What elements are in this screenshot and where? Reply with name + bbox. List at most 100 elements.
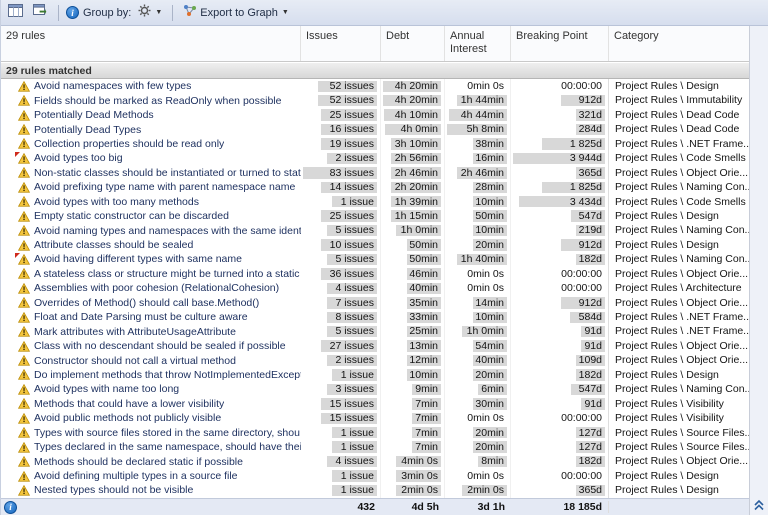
- rule-name[interactable]: Avoid namespaces with few types: [34, 79, 191, 93]
- rule-name-cell[interactable]: Do implement methods that throw NotImple…: [1, 368, 301, 382]
- rule-name[interactable]: Types declared in the same namespace, sh…: [34, 440, 301, 454]
- rule-name[interactable]: A stateless class or structure might be …: [34, 267, 300, 281]
- rule-name[interactable]: Non-static classes should be instantiate…: [34, 166, 301, 180]
- table-row[interactable]: Nested types should not be visible 1 issu…: [1, 483, 749, 498]
- rule-name[interactable]: Overrides of Method() should call base.M…: [34, 296, 259, 310]
- rule-name-cell[interactable]: Avoid prefixing type name with parent na…: [1, 180, 301, 194]
- open-window-button[interactable]: [30, 2, 51, 24]
- rule-name[interactable]: Constructor should not call a virtual me…: [34, 354, 236, 368]
- rule-name[interactable]: Methods that could have a lower visibili…: [34, 397, 224, 411]
- table-row[interactable]: Potentially Dead Types 16 issues 4h 0min 5h…: [1, 122, 749, 137]
- rule-name-cell[interactable]: Methods should be declared static if pos…: [1, 454, 301, 468]
- rule-name-cell[interactable]: Methods that could have a lower visibili…: [1, 397, 301, 411]
- column-header-category[interactable]: Category: [609, 26, 749, 61]
- rule-name-cell[interactable]: Avoid defining multiple types in a sourc…: [1, 469, 301, 483]
- rule-name[interactable]: Avoid defining multiple types in a sourc…: [34, 469, 238, 483]
- rule-name-cell[interactable]: Potentially Dead Methods: [1, 108, 301, 122]
- rule-name[interactable]: Assemblies with poor cohesion (Relationa…: [34, 281, 279, 295]
- column-header-breaking-point[interactable]: Breaking Point: [511, 26, 609, 61]
- rule-name-cell[interactable]: Avoid namespaces with few types: [1, 79, 301, 93]
- rule-name[interactable]: Avoid prefixing type name with parent na…: [34, 180, 295, 194]
- table-row[interactable]: Fields should be marked as ReadOnly when…: [1, 93, 749, 108]
- grid-view-button[interactable]: [5, 2, 26, 24]
- rule-name-cell[interactable]: Collection properties should be read onl…: [1, 137, 301, 151]
- rule-name[interactable]: Collection properties should be read onl…: [34, 137, 224, 151]
- rule-name[interactable]: Methods should be declared static if pos…: [34, 455, 243, 469]
- rule-name-cell[interactable]: Types with source files stored in the sa…: [1, 426, 301, 440]
- rule-name[interactable]: Types with source files stored in the sa…: [34, 426, 300, 440]
- table-row[interactable]: Constructor should not call a virtual me…: [1, 353, 749, 368]
- rule-name-cell[interactable]: Avoid public methods not publicly visibl…: [1, 411, 301, 425]
- table-row[interactable]: Avoid namespaces with few types 52 issues…: [1, 79, 749, 94]
- table-row[interactable]: Avoid having different types with same n…: [1, 252, 749, 267]
- table-row[interactable]: Potentially Dead Methods 25 issues 4h 10mi…: [1, 107, 749, 123]
- rule-name-cell[interactable]: Class with no descendant should be seale…: [1, 339, 301, 353]
- group-header[interactable]: 29 rules matched: [1, 62, 749, 79]
- collapse-groups-button[interactable]: [751, 499, 767, 514]
- rule-name-cell[interactable]: Overrides of Method() should call base.M…: [1, 296, 301, 310]
- rule-name[interactable]: Empty static constructor can be discarde…: [34, 209, 229, 223]
- rule-name[interactable]: Potentially Dead Types: [34, 123, 141, 137]
- table-row[interactable]: Types declared in the same namespace, sh…: [1, 439, 749, 455]
- rule-name-cell[interactable]: Attribute classes should be sealed: [1, 238, 301, 252]
- rule-name[interactable]: Avoid types too big: [34, 151, 123, 165]
- table-row[interactable]: Avoid prefixing type name with parent na…: [1, 180, 749, 195]
- rule-name[interactable]: Avoid types with too many methods: [34, 195, 199, 209]
- export-to-graph-button[interactable]: Export to Graph ▼: [180, 2, 292, 24]
- rule-name-cell[interactable]: Empty static constructor can be discarde…: [1, 209, 301, 223]
- table-row[interactable]: Non-static classes should be instantiate…: [1, 165, 749, 181]
- table-row[interactable]: Attribute classes should be sealed 10 iss…: [1, 237, 749, 253]
- table-row[interactable]: Collection properties should be read onl…: [1, 136, 749, 152]
- table-row[interactable]: Avoid types too big 2 issues 2h 56min 16min…: [1, 151, 749, 166]
- table-row[interactable]: Types with source files stored in the sa…: [1, 425, 749, 440]
- rule-name[interactable]: Avoid naming types and namespaces with t…: [34, 224, 301, 238]
- table-row[interactable]: Avoid public methods not publicly visibl…: [1, 411, 749, 426]
- table-row[interactable]: Avoid defining multiple types in a sourc…: [1, 468, 749, 484]
- rule-name[interactable]: Float and Date Parsing must be culture a…: [34, 310, 248, 324]
- info-icon[interactable]: i: [66, 6, 79, 19]
- rule-name[interactable]: Fields should be marked as ReadOnly when…: [34, 94, 281, 108]
- rule-name-cell[interactable]: Fields should be marked as ReadOnly when…: [1, 93, 301, 107]
- rule-name-cell[interactable]: Avoid types with too many methods: [1, 195, 301, 209]
- column-header-annual-interest[interactable]: Annual Interest: [445, 26, 511, 61]
- table-row[interactable]: Do implement methods that throw NotImple…: [1, 367, 749, 383]
- rule-name[interactable]: Mark attributes with AttributeUsageAttri…: [34, 325, 236, 339]
- rule-name-cell[interactable]: Avoid types too big: [1, 151, 301, 165]
- rule-name-cell[interactable]: Avoid having different types with same n…: [1, 252, 301, 266]
- rule-name[interactable]: Potentially Dead Methods: [34, 108, 154, 122]
- table-row[interactable]: Assemblies with poor cohesion (Relationa…: [1, 281, 749, 296]
- rule-name-cell[interactable]: Types declared in the same namespace, sh…: [1, 440, 301, 454]
- rule-name-cell[interactable]: Avoid naming types and namespaces with t…: [1, 223, 301, 237]
- rule-name-cell[interactable]: Assemblies with poor cohesion (Relationa…: [1, 281, 301, 295]
- table-row[interactable]: Methods should be declared static if pos…: [1, 454, 749, 469]
- column-header-debt[interactable]: Debt: [381, 26, 445, 61]
- table-row[interactable]: Mark attributes with AttributeUsageAttri…: [1, 324, 749, 339]
- table-row[interactable]: Avoid types with too many methods 1 issue…: [1, 194, 749, 209]
- rule-name[interactable]: Attribute classes should be sealed: [34, 238, 193, 252]
- column-header-issues[interactable]: Issues: [301, 26, 381, 61]
- table-row[interactable]: Avoid types with name too long 3 issues 9m…: [1, 382, 749, 397]
- rule-name[interactable]: Nested types should not be visible: [34, 483, 193, 497]
- rule-name-cell[interactable]: Non-static classes should be instantiate…: [1, 166, 301, 180]
- table-row[interactable]: Class with no descendant should be seale…: [1, 338, 749, 354]
- table-row[interactable]: Methods that could have a lower visibili…: [1, 396, 749, 412]
- rule-name-cell[interactable]: Potentially Dead Types: [1, 122, 301, 136]
- rule-name[interactable]: Avoid types with name too long: [34, 382, 179, 396]
- table-row[interactable]: Empty static constructor can be discarde…: [1, 208, 749, 224]
- table-row[interactable]: A stateless class or structure might be …: [1, 266, 749, 282]
- rule-name[interactable]: Do implement methods that throw NotImple…: [34, 368, 301, 382]
- group-by-settings-button[interactable]: ▼: [135, 2, 165, 24]
- column-header-rules[interactable]: 29 rules: [1, 26, 301, 61]
- rule-name[interactable]: Class with no descendant should be seale…: [34, 339, 286, 353]
- rule-name-cell[interactable]: Float and Date Parsing must be culture a…: [1, 310, 301, 324]
- info-icon[interactable]: i: [4, 500, 17, 514]
- rule-name-cell[interactable]: Constructor should not call a virtual me…: [1, 353, 301, 367]
- table-row[interactable]: Float and Date Parsing must be culture a…: [1, 310, 749, 325]
- table-row[interactable]: Overrides of Method() should call base.M…: [1, 295, 749, 310]
- rule-name[interactable]: Avoid having different types with same n…: [34, 252, 242, 266]
- rule-name-cell[interactable]: Avoid types with name too long: [1, 382, 301, 396]
- rule-name-cell[interactable]: Nested types should not be visible: [1, 483, 301, 497]
- rule-name[interactable]: Avoid public methods not publicly visibl…: [34, 411, 221, 425]
- table-row[interactable]: Avoid naming types and namespaces with t…: [1, 223, 749, 238]
- rule-name-cell[interactable]: Mark attributes with AttributeUsageAttri…: [1, 324, 301, 338]
